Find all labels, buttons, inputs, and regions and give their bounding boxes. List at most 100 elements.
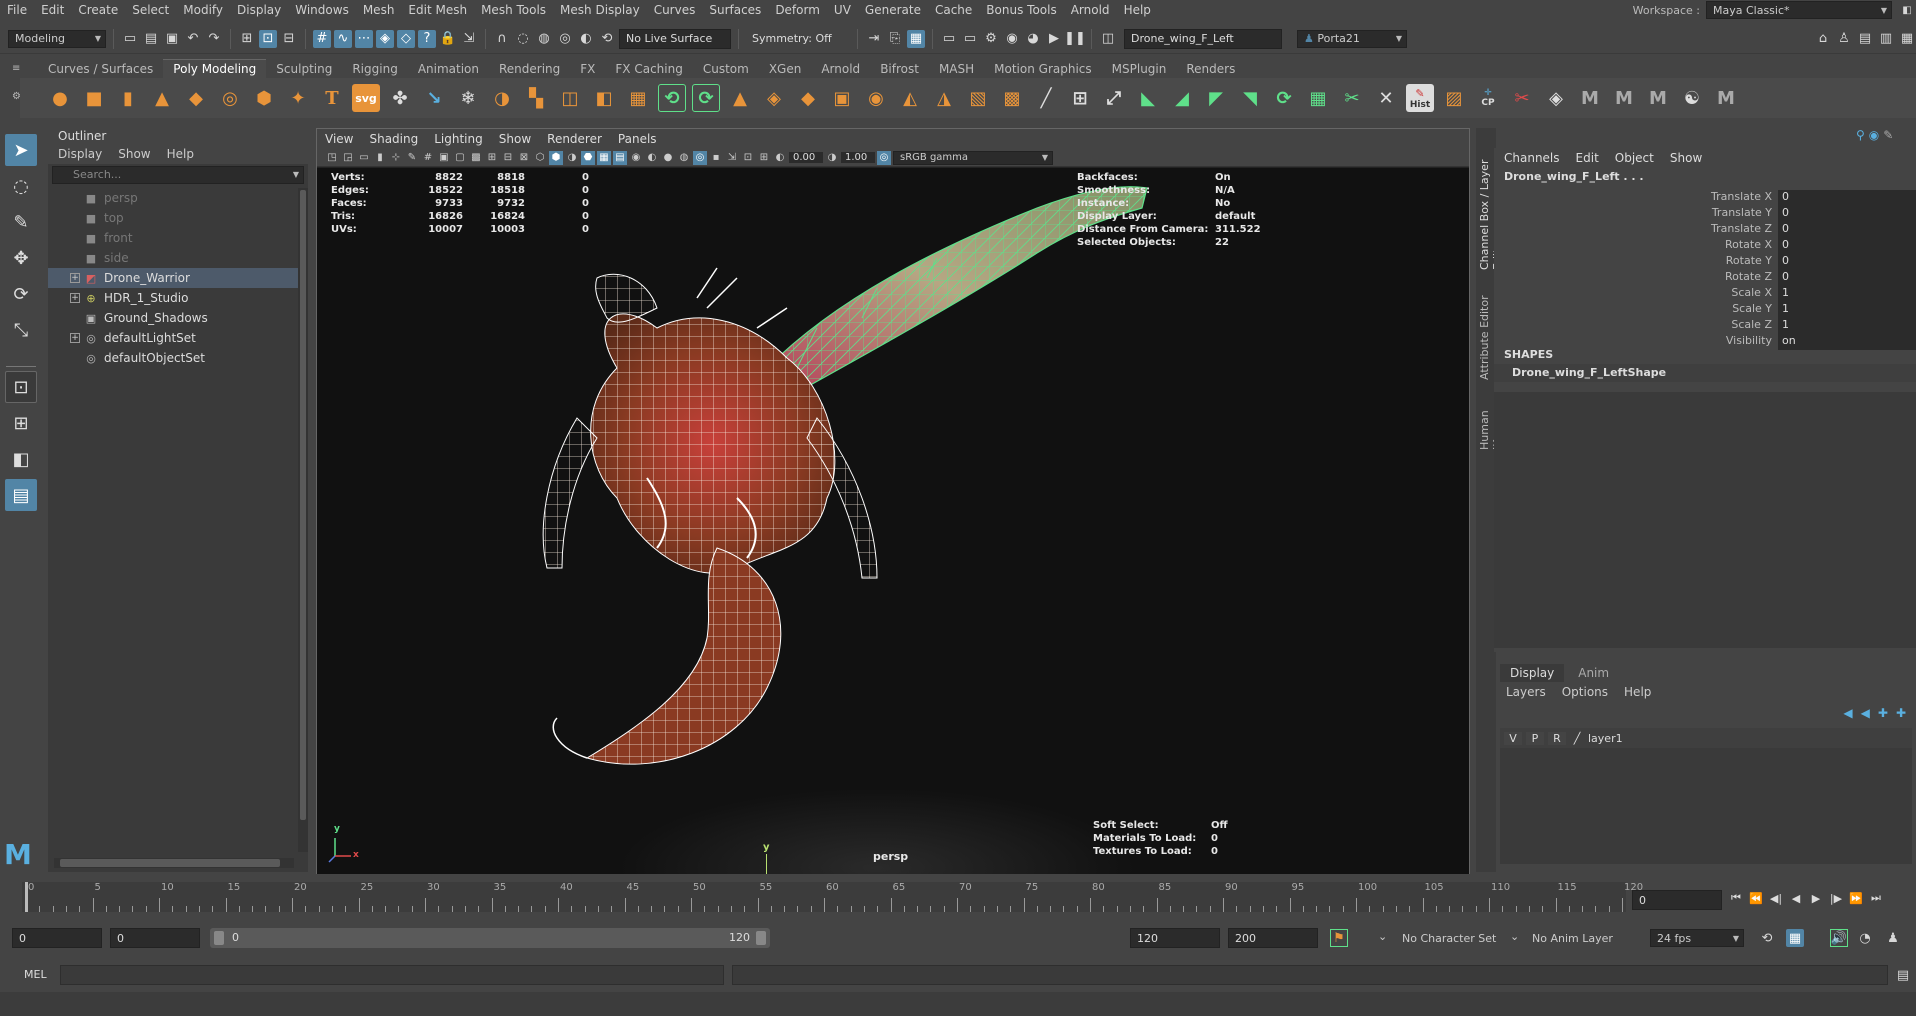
menu-uv[interactable]: UV (827, 3, 858, 17)
viewport-menu-lighting[interactable]: Lighting (434, 132, 483, 146)
step-back-frame-icon[interactable]: ◀| (1768, 890, 1784, 906)
paint-select-icon[interactable]: ◍ (535, 30, 553, 48)
move-tool-icon[interactable]: ✥ (5, 242, 37, 274)
outliner-item[interactable]: + ◩ Drone_Warrior (48, 268, 308, 288)
layer-render-toggle[interactable]: R (1548, 731, 1566, 745)
go-to-start-icon[interactable]: ⏮ (1728, 890, 1744, 906)
outliner-item[interactable]: ■ top (48, 208, 308, 228)
workspace-dropdown[interactable]: Maya Classic* (1706, 1, 1892, 19)
safe-title-icon[interactable]: ⊠ (517, 151, 531, 165)
reflection-icon[interactable]: ◐ (577, 30, 595, 48)
channel-attr-value[interactable]: 1 (1778, 302, 1916, 318)
gate-mask-icon[interactable]: ▩ (469, 151, 483, 165)
loop-icon[interactable]: ⟲ (1758, 929, 1776, 947)
channel-attr-scale-z[interactable]: Scale Z 1 (1694, 318, 1916, 334)
uv-automatic-icon[interactable]: ◥ (1236, 84, 1264, 112)
combine-icon[interactable]: ◑ (488, 84, 516, 112)
menu-mesh[interactable]: Mesh (356, 3, 402, 17)
select-object-icon[interactable]: ⊡ (259, 29, 277, 48)
channel-attr-value[interactable]: 0 (1778, 238, 1916, 254)
use-lights-icon[interactable]: ◉ (629, 151, 643, 165)
render-settings-icon[interactable]: ⚙ (982, 30, 1000, 48)
range-handle-end[interactable] (756, 931, 766, 945)
shelf-tab-poly-modeling[interactable]: Poly Modeling (163, 59, 267, 78)
render-view-icon[interactable]: ▦ (907, 29, 925, 48)
3d-scene[interactable]: Verts: 8822 8818 0 Edges: 18522 18518 0 Faces: 97… (317, 168, 1469, 874)
pause-icon[interactable]: ❚❚ (1064, 30, 1086, 48)
shelf-menu-icon[interactable]: ≡ (12, 63, 20, 74)
poly-plane-icon[interactable]: ◆ (182, 84, 210, 112)
uv-sew-icon[interactable]: ✕ (1372, 84, 1400, 112)
center-pivot-icon[interactable]: ✛ CP (1474, 84, 1502, 112)
snap-together-icon[interactable]: ⇲ (460, 30, 478, 48)
viewport-menu-panels[interactable]: Panels (618, 132, 657, 146)
input-ops-icon[interactable]: ⇥ (865, 30, 883, 48)
menu-help[interactable]: Help (1117, 3, 1158, 17)
field-chart-icon[interactable]: ⊞ (485, 151, 499, 165)
menu-modify[interactable]: Modify (176, 3, 230, 17)
menu-generate[interactable]: Generate (858, 3, 928, 17)
channel-attr-rotate-x[interactable]: Rotate X 0 (1694, 238, 1916, 254)
snap-help-icon[interactable]: ? (418, 29, 436, 48)
poly-torus-icon[interactable]: ◎ (216, 84, 244, 112)
user-dropdown[interactable]: ♟ Porta21 (1297, 29, 1407, 48)
outliner-item[interactable]: + ◎ defaultLightSet (48, 328, 308, 348)
layer-color-icon[interactable]: ╱ (1570, 732, 1584, 745)
freeze-transform-icon[interactable]: ▨ (1440, 84, 1468, 112)
separate-icon[interactable]: ▚ (522, 84, 550, 112)
channel-box-menu-channels[interactable]: Channels (1504, 151, 1560, 165)
gamma-icon[interactable]: ◑ (825, 151, 839, 165)
fill-hole-icon[interactable]: ◉ (862, 84, 890, 112)
channel-attr-value[interactable]: 1 (1778, 318, 1916, 334)
menu-cache[interactable]: Cache (928, 3, 979, 17)
type-icon[interactable]: T (318, 84, 346, 112)
rotate-tool-icon[interactable]: ⟳ (5, 278, 37, 310)
lock-icon[interactable]: 🔒 (439, 30, 457, 48)
range-handle-start[interactable] (214, 931, 224, 945)
camera-attributes-icon[interactable]: ◲ (341, 151, 355, 165)
color-space-dropdown[interactable]: sRGB gamma (893, 150, 1053, 165)
maya-m3-icon[interactable]: M (1644, 84, 1672, 112)
cache-playback-icon[interactable]: ▦ (1786, 929, 1804, 947)
triangulate-icon[interactable]: ▧ (964, 84, 992, 112)
playback-end-field[interactable]: 120 (1130, 928, 1220, 948)
shelf-tab-sculpting[interactable]: Sculpting (266, 60, 342, 78)
model-wireframe[interactable] (317, 168, 1469, 874)
workspace-options-icon[interactable]: ◧ (1898, 1, 1916, 19)
safe-action-icon[interactable]: ⊟ (501, 151, 515, 165)
script-editor-icon[interactable]: ▤ (1894, 966, 1912, 984)
menu-edit[interactable]: Edit (34, 3, 71, 17)
outliner-menu-show[interactable]: Show (118, 147, 150, 161)
channel-attr-scale-y[interactable]: Scale Y 1 (1694, 302, 1916, 318)
multicut-icon[interactable]: ╱ (1032, 84, 1060, 112)
shelf-tab-renders[interactable]: Renders (1176, 60, 1245, 78)
snap-grid-icon[interactable]: # (313, 29, 331, 48)
step-back-key-icon[interactable]: ⏪ (1748, 890, 1764, 906)
menu-bonus-tools[interactable]: Bonus Tools (979, 3, 1063, 17)
shelf-tab-custom[interactable]: Custom (693, 60, 759, 78)
layer-tab-display[interactable]: Display (1500, 664, 1565, 682)
menu-create[interactable]: Create (71, 3, 125, 17)
magnet-icon[interactable]: ∩ (493, 30, 511, 48)
expand-icon[interactable]: + (70, 293, 80, 303)
grid-icon[interactable]: # (421, 151, 435, 165)
resolution-gate-icon[interactable]: ▢ (453, 151, 467, 165)
gamma-field[interactable]: 1.00 (841, 152, 875, 163)
menu-deform[interactable]: Deform (768, 3, 827, 17)
select-camera-icon[interactable]: ◳ (325, 151, 339, 165)
channel-attr-translate-z[interactable]: Translate Z 0 (1694, 222, 1916, 238)
channel-attr-translate-y[interactable]: Translate Y 0 (1694, 206, 1916, 222)
outliner-item[interactable]: ■ persp (48, 188, 308, 208)
hscrollbar-thumb[interactable] (60, 859, 280, 867)
default-material-icon[interactable]: ◑ (565, 151, 579, 165)
sound-icon[interactable]: 🔊 (1830, 929, 1848, 947)
expand-icon[interactable]: + (70, 273, 80, 283)
maya-m2-icon[interactable]: M (1610, 84, 1638, 112)
open-scene-icon[interactable]: ▤ (142, 30, 160, 48)
modeling-toolkit-icon[interactable]: ⌂ (1814, 30, 1832, 48)
snap-point-icon[interactable]: ⋯ (355, 29, 373, 48)
channel-attr-rotate-y[interactable]: Rotate Y 0 (1694, 254, 1916, 270)
image-plane-icon[interactable]: ▮ (373, 151, 387, 165)
symmetry-dropdown[interactable]: Symmetry: Off (746, 28, 850, 49)
layers-icon[interactable]: ◈ (1542, 84, 1570, 112)
